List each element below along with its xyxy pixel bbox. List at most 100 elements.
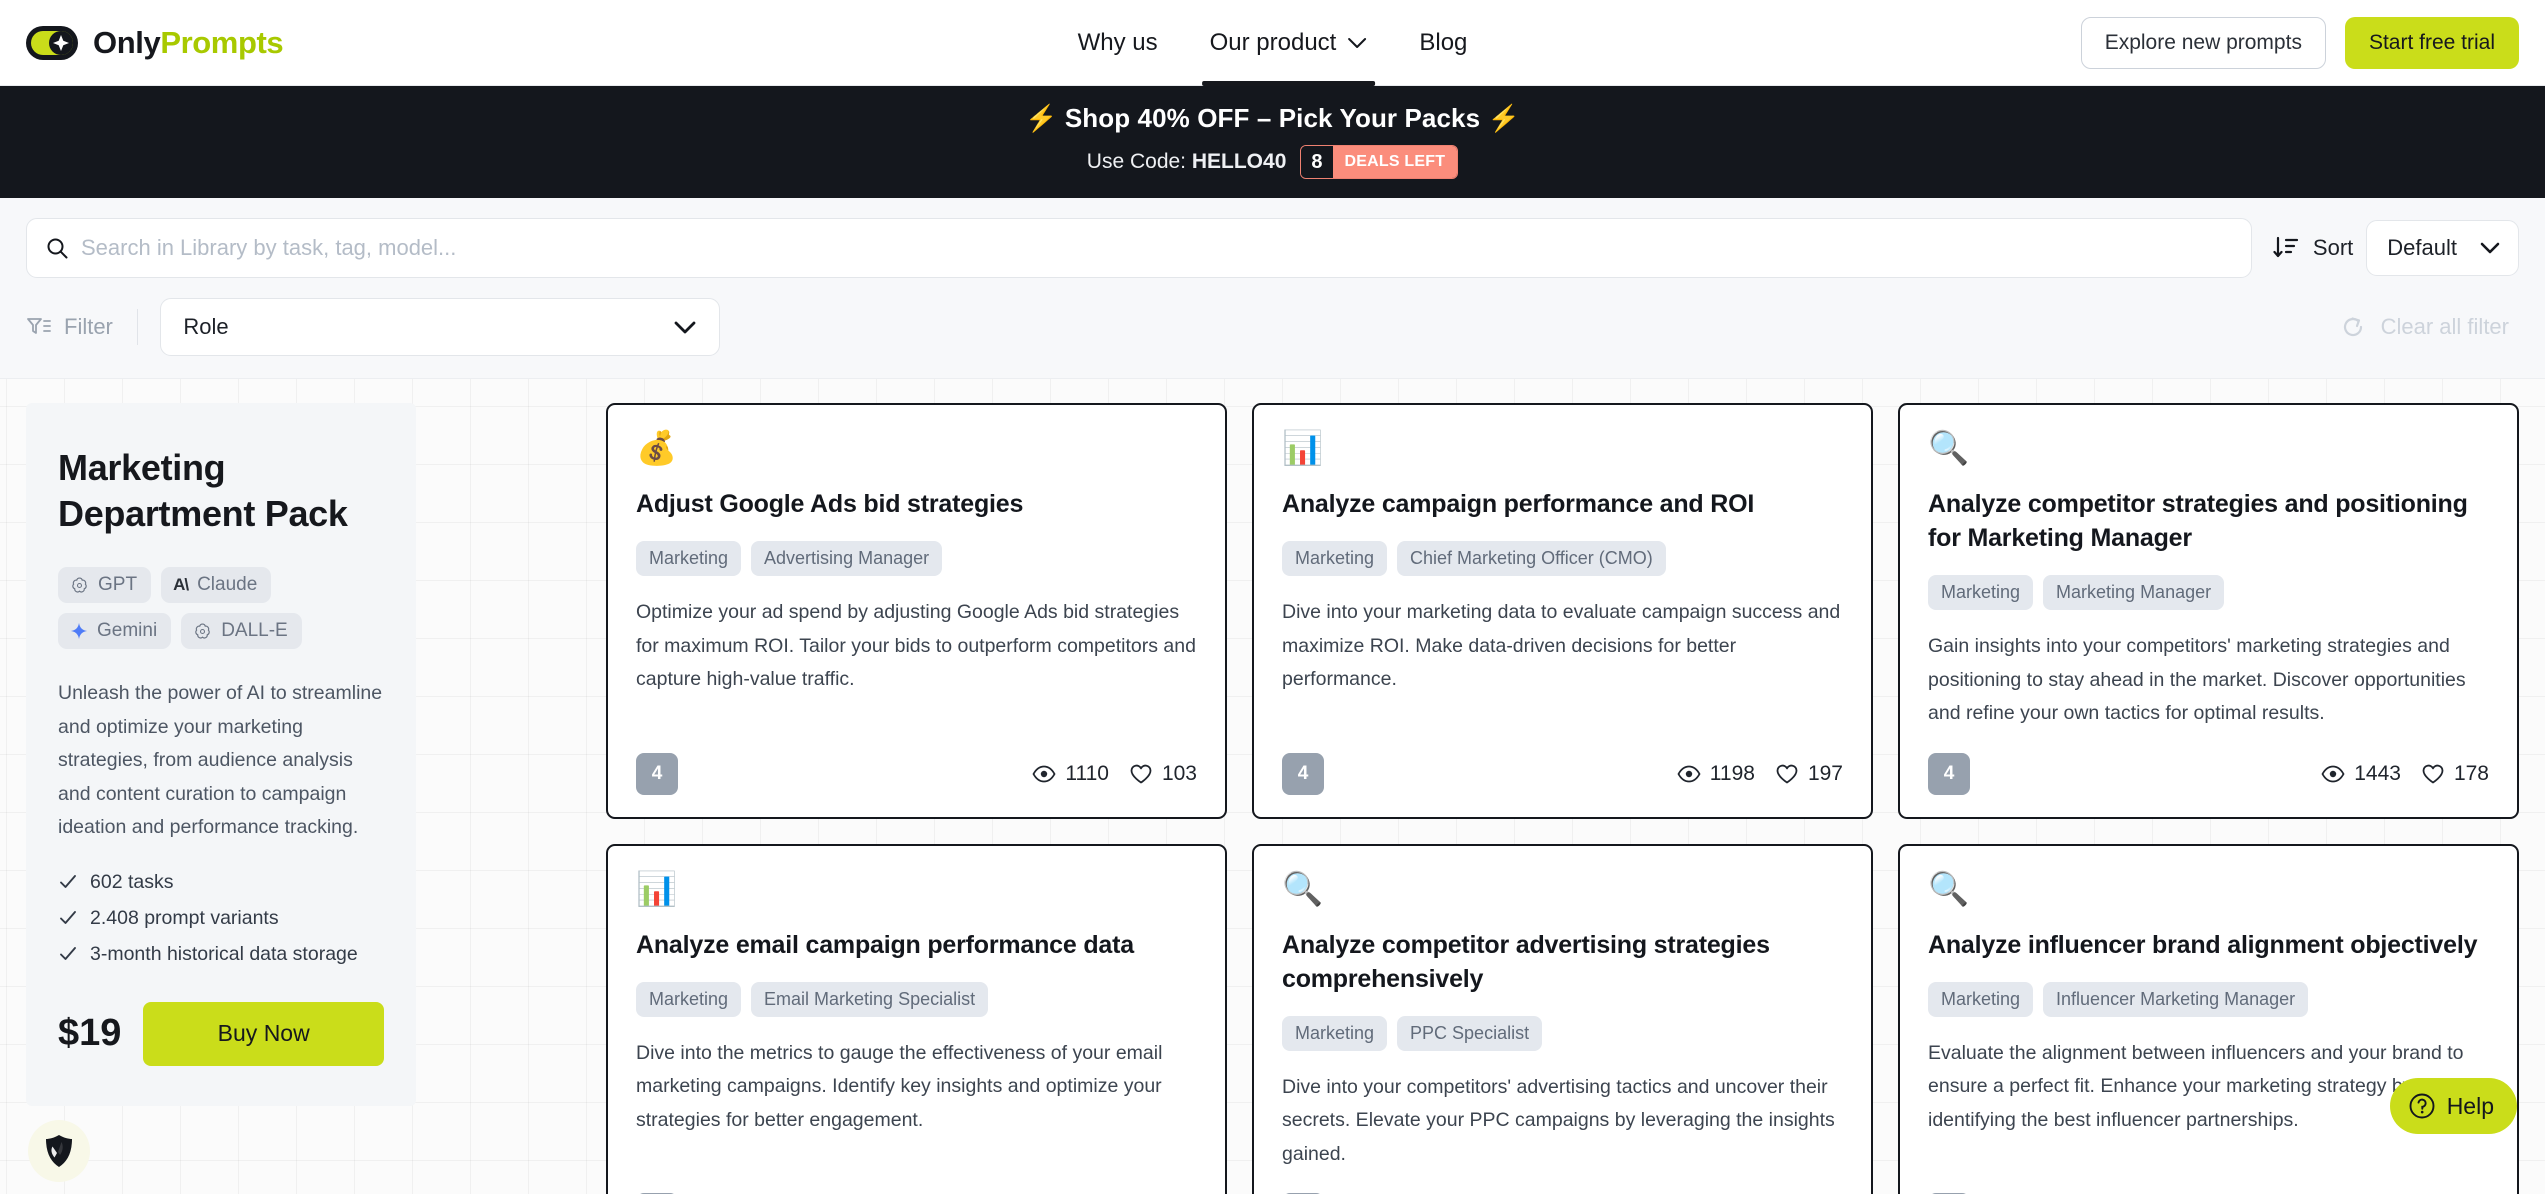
prompt-tag[interactable]: PPC Specialist: [1397, 1015, 1543, 1051]
model-tag-label: GPT: [98, 574, 138, 596]
role-filter-dropdown[interactable]: Role: [160, 298, 721, 356]
prompt-tag[interactable]: Marketing: [1282, 541, 1388, 576]
model-tag-label: DALL-E: [221, 620, 288, 642]
likes-count: 178: [2453, 761, 2489, 785]
search-sort-row: Sort Default: [26, 218, 2519, 278]
nav-item-label: Why us: [1077, 28, 1158, 56]
reset-icon: [2343, 317, 2362, 337]
pack-features: 602 tasks 2.408 prompt variants 3-month …: [58, 871, 384, 966]
nav-item-why-us[interactable]: Why us: [1078, 0, 1158, 86]
openai-icon: [72, 577, 87, 593]
prompt-tag[interactable]: Influencer Marketing Manager: [2043, 981, 2309, 1017]
openai-icon: [195, 623, 210, 639]
pack-feature: 602 tasks: [58, 871, 384, 894]
promo-headline: ⚡ Shop 40% OFF – Pick Your Packs ⚡: [1025, 103, 1520, 133]
prompt-tag[interactable]: Advertising Manager: [751, 541, 943, 576]
library-main: Marketing Department Pack GPT A\ Claude …: [0, 379, 2545, 1194]
explore-new-prompts-button[interactable]: Explore new prompts: [2080, 16, 2326, 69]
nav-item-blog[interactable]: Blog: [1419, 0, 1467, 86]
chevron-down-icon: [1348, 37, 1367, 48]
onlyprompts-logo-icon: [26, 25, 78, 60]
prompt-tag[interactable]: Marketing Manager: [2043, 575, 2225, 610]
clear-all-filter-label: Clear all filter: [2380, 314, 2509, 339]
prompt-card[interactable]: 🔍 Analyze influencer brand alignment obj…: [1898, 843, 2519, 1194]
pack-feature-label: 3-month historical data storage: [90, 942, 358, 965]
sort-dropdown[interactable]: Default: [2366, 220, 2519, 276]
bar-chart-emoji: 📊: [1282, 429, 1324, 466]
likes-stat[interactable]: 103: [1129, 762, 1197, 786]
model-tag-label: Gemini: [97, 620, 158, 642]
help-button[interactable]: Help: [2389, 1078, 2517, 1134]
search-box[interactable]: [26, 218, 2252, 278]
pack-description: Unleash the power of AI to streamline an…: [58, 682, 383, 839]
prompt-card-tags: Marketing Influencer Marketing Manager: [1928, 981, 2489, 1017]
prompt-tag[interactable]: Marketing: [1928, 575, 2034, 610]
buy-now-button[interactable]: Buy Now: [143, 1001, 384, 1066]
prompt-card[interactable]: 📊 Analyze campaign performance and ROI M…: [1252, 403, 1873, 819]
prompt-tag[interactable]: Marketing: [1282, 1015, 1388, 1051]
prompt-card-title: Analyze competitor strategies and positi…: [1928, 490, 2468, 552]
sort-label: Sort: [2312, 235, 2354, 260]
likes-stat[interactable]: 178: [2421, 762, 2489, 786]
likes-count: 103: [1161, 761, 1197, 785]
prompt-card-stats: 1443 178: [2321, 762, 2489, 786]
prompt-card-footer: 4 513 56: [1282, 1171, 1843, 1194]
promo-code-value: HELLO40: [1191, 150, 1287, 173]
help-button-label: Help: [2446, 1092, 2494, 1119]
nav-item-label: Blog: [1419, 28, 1468, 56]
likes-stat[interactable]: 197: [1775, 762, 1843, 786]
magnifying-glass-emoji: 🔍: [1928, 429, 1970, 466]
prompt-card-footer: 4 1110 103: [636, 731, 1197, 795]
prompt-card[interactable]: 📊 Analyze email campaign performance dat…: [606, 843, 1227, 1194]
prompt-card[interactable]: 💰 Adjust Google Ads bid strategies Marke…: [606, 403, 1227, 819]
bar-chart-emoji: 📊: [636, 869, 678, 907]
sort-dropdown-value: Default: [2387, 235, 2457, 260]
check-icon: [60, 911, 76, 925]
library-toolbar: Sort Default Filter Role: [0, 198, 2545, 379]
prompt-card-description: Optimize your ad spend by adjusting Goog…: [636, 601, 1196, 691]
prompt-tag[interactable]: Email Marketing Specialist: [751, 981, 989, 1017]
toolbar-divider: [136, 309, 139, 345]
prompt-tag[interactable]: Chief Marketing Officer (CMO): [1397, 541, 1666, 576]
prompt-card-tags: Marketing Advertising Manager: [636, 541, 1197, 576]
deals-left-badge: 8 DEALS LEFT: [1300, 145, 1459, 179]
clear-all-filter-button[interactable]: Clear all filter: [2340, 314, 2519, 340]
role-filter-value: Role: [183, 314, 229, 339]
prompt-card-title: Analyze influencer brand alignment objec…: [1928, 930, 2478, 959]
prompt-card-tags: Marketing Email Marketing Specialist: [636, 981, 1197, 1017]
views-stat: 1198: [1677, 762, 1755, 786]
accessibility-widget-button[interactable]: [28, 1120, 90, 1182]
prompt-card[interactable]: 🔍 Analyze competitor advertising strateg…: [1252, 843, 1873, 1194]
shield-icon: [46, 1135, 72, 1167]
pack-title-line2: Department Pack: [58, 493, 348, 535]
start-free-trial-button[interactable]: Start free trial: [2344, 16, 2519, 69]
prompt-tag[interactable]: Marketing: [636, 541, 742, 576]
prompt-card-grid: 💰 Adjust Google Ads bid strategies Marke…: [606, 403, 2519, 1194]
prompt-card-description: Gain insights into your competitors' mar…: [1928, 635, 2466, 725]
pack-title-line1: Marketing: [58, 447, 226, 488]
views-count: 1198: [1709, 761, 1755, 785]
claude-icon: A\: [173, 575, 189, 595]
magnifying-glass-emoji: 🔍: [1928, 869, 1970, 907]
prompt-card-footer: 4 1732 169: [636, 1171, 1197, 1194]
department-pack-card[interactable]: Marketing Department Pack GPT A\ Claude …: [26, 403, 416, 1106]
views-stat: 1110: [1032, 762, 1109, 786]
pack-feature-label: 2.408 prompt variants: [90, 906, 279, 929]
pack-purchase-row: $19 Buy Now: [58, 1001, 384, 1066]
prompt-card-title: Analyze email campaign performance data: [636, 930, 1134, 959]
deals-left-count: 8: [1301, 146, 1333, 178]
prompt-card-title: Analyze campaign performance and ROI: [1282, 490, 1755, 518]
search-input[interactable]: [81, 235, 2233, 261]
prompt-card-title: Adjust Google Ads bid strategies: [636, 490, 1024, 518]
deals-left-label: DEALS LEFT: [1332, 146, 1458, 178]
promo-banner[interactable]: ⚡ Shop 40% OFF – Pick Your Packs ⚡ Use C…: [0, 86, 2545, 198]
model-tag-gemini: Gemini: [58, 613, 172, 650]
pack-model-tags: GPT A\ Claude Gemini DALL-E: [58, 567, 384, 650]
brand-logo-link[interactable]: OnlyPrompts: [24, 24, 284, 62]
prompt-tag[interactable]: Marketing: [636, 981, 742, 1017]
prompt-card[interactable]: 🔍 Analyze competitor strategies and posi…: [1898, 403, 2519, 819]
chevron-down-icon: [2480, 242, 2500, 254]
nav-item-our-product[interactable]: Our product: [1201, 0, 1376, 86]
question-mark-circle-icon: [2409, 1093, 2435, 1119]
prompt-tag[interactable]: Marketing: [1928, 981, 2034, 1017]
